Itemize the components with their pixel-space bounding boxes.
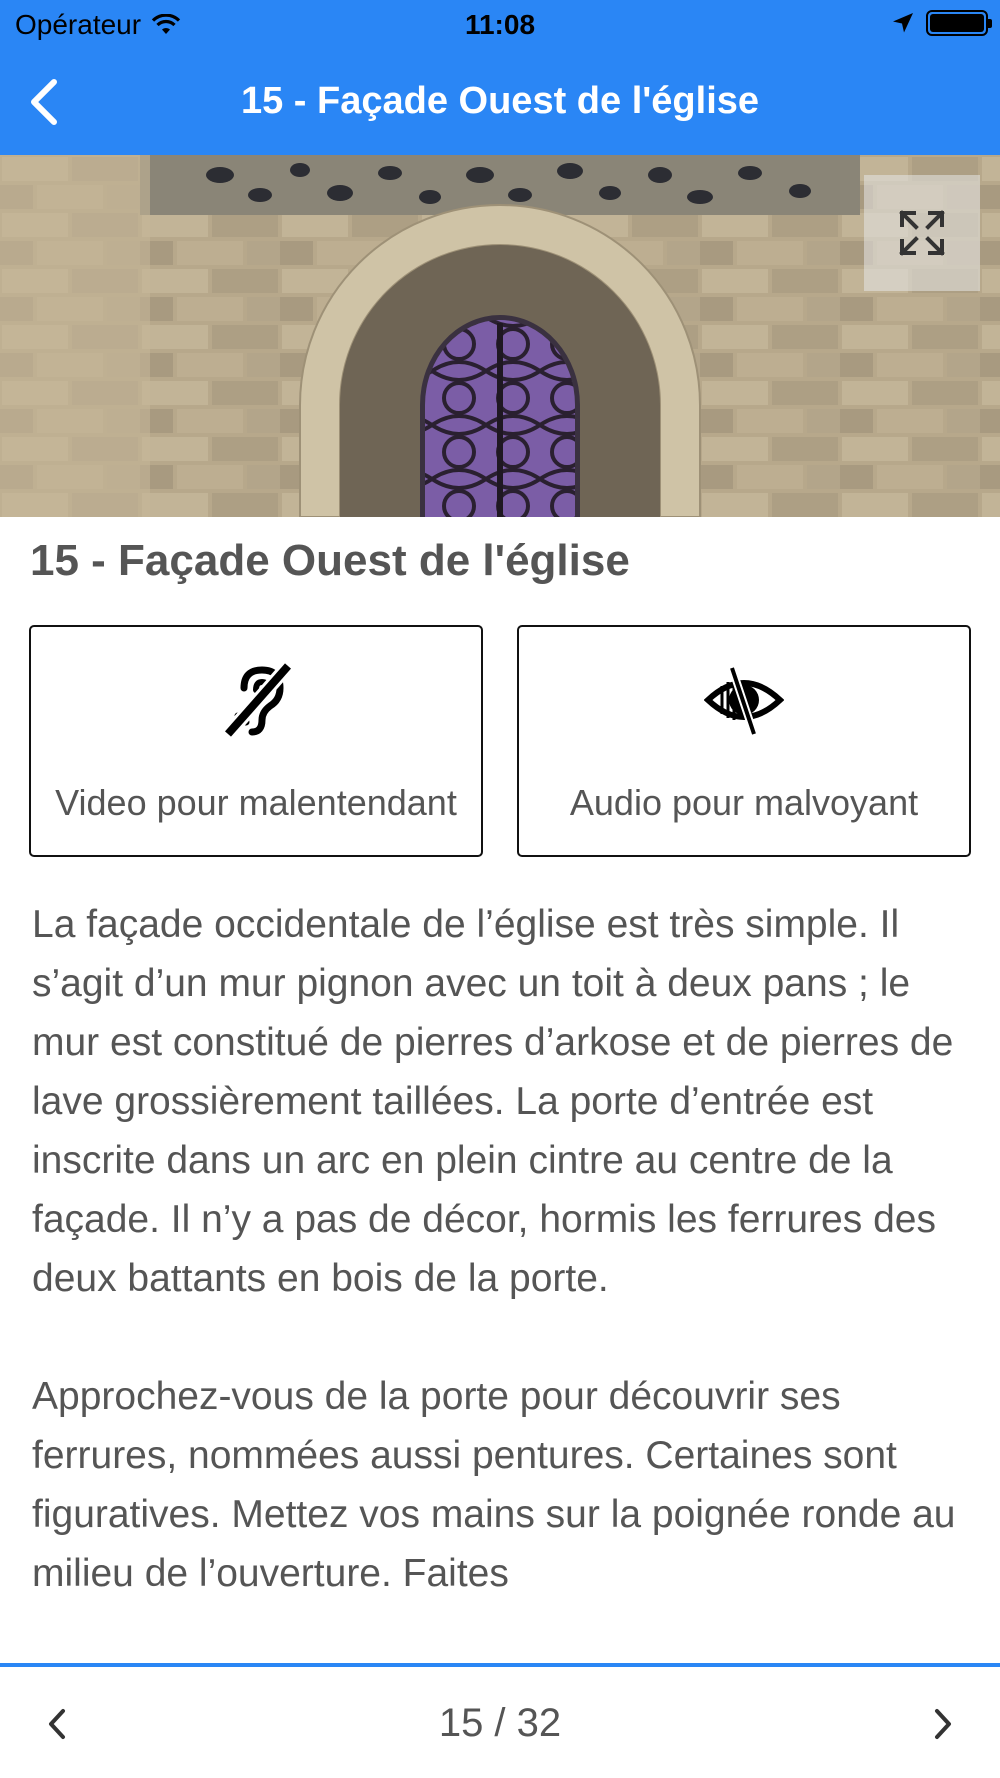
status-right bbox=[892, 10, 992, 36]
page-indicator: 15 / 32 bbox=[438, 1701, 562, 1745]
status-bar: Opérateur 11:08 bbox=[0, 0, 1000, 50]
paragraph: La façade occidentale de l’église est tr… bbox=[32, 903, 954, 1300]
video-hearing-impaired-button[interactable]: Video pour malentendant bbox=[29, 625, 483, 857]
paragraph: Approchez-vous de la porte pour découvri… bbox=[32, 1375, 956, 1595]
pagination-bar: 15 / 32 bbox=[0, 1663, 1000, 1778]
video-hearing-impaired-label: Video pour malentendant bbox=[55, 782, 457, 823]
chevron-left-icon bbox=[31, 79, 57, 125]
audio-visually-impaired-label: Audio pour malvoyant bbox=[569, 782, 919, 823]
page-title: 15 - Façade Ouest de l'église bbox=[30, 536, 630, 585]
battery-icon bbox=[926, 10, 992, 36]
location-arrow-icon bbox=[893, 13, 913, 33]
navigation-bar: 15 - Façade Ouest de l'église bbox=[0, 50, 1000, 155]
visually-impaired-icon bbox=[704, 666, 784, 736]
back-button[interactable] bbox=[24, 74, 74, 130]
next-button[interactable] bbox=[918, 1699, 968, 1749]
nav-title: 15 - Façade Ouest de l'église bbox=[240, 80, 760, 122]
status-time: 11:08 bbox=[464, 9, 536, 40]
expand-button[interactable] bbox=[864, 175, 980, 291]
church-facade-photo bbox=[0, 155, 1000, 517]
chevron-right-icon bbox=[935, 1709, 951, 1739]
hearing-impaired-icon bbox=[222, 661, 294, 739]
hero-image[interactable] bbox=[0, 155, 1000, 517]
expand-icon bbox=[899, 210, 945, 256]
description-text: La façade occidentale de l’église est tr… bbox=[32, 895, 982, 1662]
audio-visually-impaired-button[interactable]: Audio pour malvoyant bbox=[517, 625, 971, 857]
